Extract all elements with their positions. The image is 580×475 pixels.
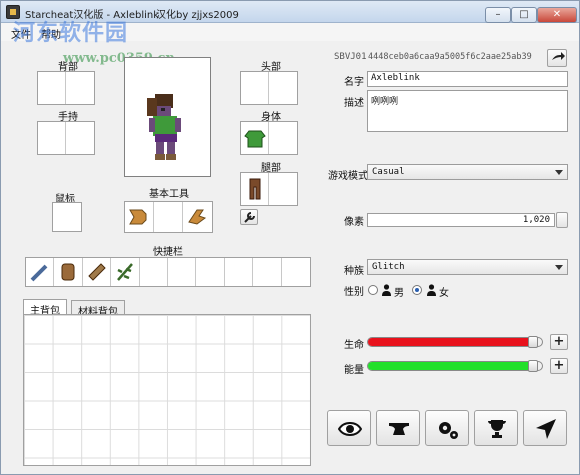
label-basic-tools: 基本工具 [149,189,189,200]
ship-button[interactable] [523,410,567,446]
navigate-icon [536,419,556,439]
body-slots[interactable] [240,121,298,155]
energy-label: 能量 [344,365,364,376]
gender-label: 性别 [344,287,364,298]
trophy-icon [488,420,506,438]
female-person-icon [427,284,436,296]
export-icon [552,52,565,60]
wire-tool-icon [188,209,207,225]
quests-button[interactable] [474,410,518,446]
back-slots[interactable] [37,71,95,105]
pixels-label: 像素 [344,217,364,228]
wrench-icon [244,212,255,223]
chevron-down-icon [555,265,563,270]
energy-fill [368,362,536,370]
uuid-value: 4448ceb0a6caa9a5005f6c2aae25ab39 [368,52,532,62]
main-window: Starcheat汉化版 - Axleblink 汉化by zjjxs2009 … [0,0,580,475]
wrench-button[interactable] [240,209,258,225]
log-icon [88,263,106,281]
minimize-button[interactable]: – [485,7,511,23]
energy-bar[interactable] [367,361,543,371]
watermark-logo: 河东软件园 [13,21,129,46]
flashlight-icon [30,264,48,282]
plant-fibre-icon [117,263,134,281]
gears-icon [439,422,458,439]
name-label: 名字 [344,77,364,88]
blueprints-button[interactable] [376,410,420,446]
desc-label: 描述 [344,98,364,109]
head-slots[interactable] [240,71,298,105]
health-plus-button[interactable]: + [550,334,568,350]
hands-slots[interactable] [37,121,95,155]
shirt-icon [244,130,266,148]
gender-female-label: 女 [439,288,449,299]
anvil-icon [389,423,409,435]
species-label: 种族 [344,266,364,277]
mode-select[interactable]: Casual [367,164,568,180]
label-hotbar: 快捷栏 [153,247,183,258]
gender-male-radio[interactable] [368,285,378,295]
chevron-down-icon [555,170,563,175]
cursor-slot[interactable] [52,202,82,232]
maximize-button[interactable]: □ [511,7,537,23]
inventory-grid[interactable] [23,314,311,466]
health-bar[interactable] [367,337,543,347]
male-person-icon [382,284,391,296]
tab-main-bag[interactable]: 主背包 [23,299,67,317]
barrel-icon [61,263,75,281]
species-value: Glitch [372,262,405,272]
health-slider-handle[interactable] [527,336,538,348]
mode-label: 游戏模式 [328,171,368,182]
species-select[interactable]: Glitch [367,259,568,275]
pixels-input[interactable]: 1,020 [367,213,555,227]
character-sprite [147,94,181,160]
energy-plus-button[interactable]: + [550,358,568,374]
health-label: 生命 [344,340,364,351]
health-fill [368,338,536,346]
name-input[interactable]: Axleblink [367,71,568,87]
uuid-label: SBVJ01 [334,52,367,62]
gender-female-radio[interactable] [412,285,422,295]
close-button[interactable]: ✕ [537,7,577,23]
techs-button[interactable] [425,410,469,446]
basic-tools-slots[interactable] [124,201,213,233]
desc-input[interactable]: 咧咧咧 [367,90,568,132]
energy-slider-handle[interactable] [527,360,538,372]
gender-male-label: 男 [394,288,404,299]
legs-slots[interactable] [240,172,298,206]
export-button[interactable] [547,49,567,67]
pixels-value: 1,020 [522,215,550,225]
mode-value: Casual [372,167,405,177]
pants-icon [249,178,261,200]
hotbar-slots[interactable] [25,257,311,287]
eye-icon [338,422,362,436]
appearance-button[interactable] [327,410,371,446]
pixels-spinner[interactable] [556,212,568,228]
matter-manipulator-icon [129,209,147,225]
character-portrait [124,57,211,177]
